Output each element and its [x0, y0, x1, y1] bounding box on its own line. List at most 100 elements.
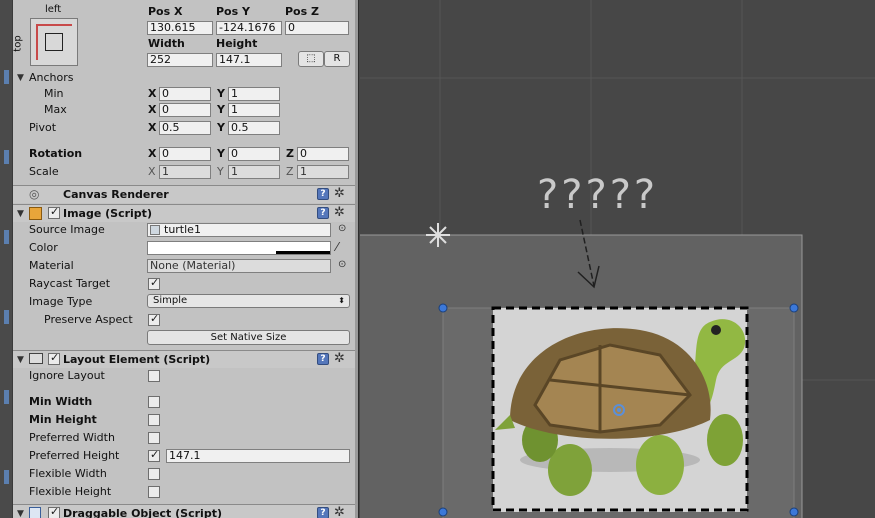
image-script-title: Image (Script): [63, 207, 152, 220]
axis-z-label: Z: [286, 165, 294, 178]
gear-icon[interactable]: ✲: [334, 352, 345, 365]
dropdown-arrows-icon: ⬍: [338, 296, 345, 305]
draggable-enabled-checkbox[interactable]: [48, 505, 60, 518]
anchor-min-y-field[interactable]: 1: [228, 87, 280, 101]
draggable-object-title: Draggable Object (Script): [63, 507, 222, 518]
preferred-height-label: Preferred Height: [29, 449, 120, 462]
image-foldout-icon[interactable]: ▼: [17, 209, 24, 219]
width-field[interactable]: 252: [147, 53, 213, 67]
axis-y-label: Y: [217, 87, 225, 100]
anchor-rect-icon: [45, 33, 63, 51]
material-label: Material: [29, 259, 74, 272]
rotation-z-field[interactable]: 0: [297, 147, 349, 161]
flexible-width-label: Flexible Width: [29, 467, 107, 480]
annotation-question-marks: ?????: [537, 172, 659, 218]
axis-y-label: Y: [217, 165, 224, 178]
help-icon[interactable]: ?: [317, 207, 329, 219]
scale-z-field[interactable]: 1: [297, 165, 349, 179]
anchor-min-label: Min: [44, 87, 64, 100]
min-height-checkbox[interactable]: [148, 414, 160, 426]
anchors-label: Anchors: [29, 71, 74, 84]
raw-edit-button[interactable]: R: [324, 51, 350, 67]
draggable-object-header[interactable]: ▼ Draggable Object (Script) ? ✲: [13, 504, 355, 518]
layout-component-icon: [29, 353, 43, 364]
strip-marker: [4, 390, 9, 404]
scene-view[interactable]: ?????: [360, 0, 875, 518]
preferred-height-checkbox[interactable]: [148, 448, 160, 462]
axis-x-label: X: [148, 165, 156, 178]
rotation-y-field[interactable]: 0: [228, 147, 280, 161]
pivot-label: Pivot: [29, 121, 57, 134]
source-image-field[interactable]: turtle1: [147, 223, 331, 237]
image-type-dropdown[interactable]: Simple ⬍: [147, 294, 350, 308]
axis-y-label: Y: [217, 147, 225, 160]
image-script-header[interactable]: ▼ Image (Script) ? ✲: [13, 204, 355, 222]
color-swatch[interactable]: [147, 241, 331, 255]
blueprint-mode-button[interactable]: ⬚: [298, 51, 324, 67]
pos-z-field[interactable]: 0: [285, 21, 349, 35]
material-field[interactable]: None (Material): [147, 259, 331, 273]
strip-marker: [4, 150, 9, 164]
flexible-height-checkbox[interactable]: [148, 486, 160, 498]
anchor-max-x-field[interactable]: 0: [159, 103, 211, 117]
color-label: Color: [29, 241, 58, 254]
eyedropper-icon[interactable]: ⁄: [336, 240, 338, 254]
flexible-width-checkbox[interactable]: [148, 468, 160, 480]
pivot-y-field[interactable]: 0.5: [228, 121, 280, 135]
anchor-min-x-field[interactable]: 0: [159, 87, 211, 101]
preferred-width-checkbox[interactable]: [148, 432, 160, 444]
scale-x-field[interactable]: 1: [159, 165, 211, 179]
layout-element-header[interactable]: ▼ Layout Element (Script) ? ✲: [13, 350, 355, 368]
ignore-layout-checkbox[interactable]: [148, 370, 160, 382]
image-enabled-checkbox[interactable]: [48, 205, 60, 219]
gear-icon[interactable]: ✲: [334, 506, 345, 518]
source-image-value: turtle1: [164, 223, 201, 236]
pos-x-field[interactable]: 130.615: [147, 21, 213, 35]
canvas-renderer-title: Canvas Renderer: [63, 188, 169, 201]
blueprint-icon: ⬚: [306, 53, 316, 64]
min-width-label: Min Width: [29, 395, 93, 408]
min-width-checkbox[interactable]: [148, 396, 160, 408]
axis-x-label: X: [148, 103, 157, 116]
scale-label: Scale: [29, 165, 59, 178]
help-icon[interactable]: ?: [317, 188, 329, 200]
help-icon[interactable]: ?: [317, 507, 329, 518]
raycast-target-checkbox[interactable]: [148, 276, 160, 290]
draggable-foldout-icon[interactable]: ▼: [17, 509, 24, 518]
preferred-height-field[interactable]: 147.1: [166, 449, 350, 463]
object-picker-icon[interactable]: ⊙: [338, 259, 346, 270]
pos-y-field[interactable]: -124.1676: [216, 21, 282, 35]
layout-foldout-icon[interactable]: ▼: [17, 355, 24, 365]
rotation-x-field[interactable]: 0: [159, 147, 211, 161]
anchor-preset-button[interactable]: [30, 18, 78, 66]
source-image-label: Source Image: [29, 223, 105, 236]
pos-x-header: Pos X: [148, 5, 183, 18]
preserve-aspect-checkbox[interactable]: [148, 312, 160, 326]
help-icon[interactable]: ?: [317, 353, 329, 365]
anchor-max-y-field[interactable]: 1: [228, 103, 280, 117]
anchors-foldout-icon[interactable]: ▼: [17, 73, 24, 83]
left-panel-strip: [0, 0, 13, 518]
inspector-divider[interactable]: [355, 0, 359, 518]
strip-marker: [4, 70, 9, 84]
width-header: Width: [148, 37, 185, 50]
axis-y-label: Y: [217, 103, 225, 116]
anchor-preset-side-label: left: [45, 4, 62, 15]
image-type-label: Image Type: [29, 295, 93, 308]
height-field[interactable]: 147.1: [216, 53, 282, 67]
gear-icon[interactable]: ✲: [334, 206, 345, 219]
inspector-panel: left top Pos X Pos Y Pos Z 130.615 -124.…: [13, 0, 355, 518]
anchor-max-label: Max: [44, 103, 67, 116]
handle-top-left: [438, 303, 448, 313]
preferred-width-label: Preferred Width: [29, 431, 115, 444]
layout-enabled-checkbox[interactable]: [48, 351, 60, 365]
object-picker-icon[interactable]: ⊙: [338, 223, 346, 234]
canvas-renderer-header[interactable]: ◎ Canvas Renderer ? ✲: [13, 185, 355, 203]
flexible-height-label: Flexible Height: [29, 485, 112, 498]
scale-y-field[interactable]: 1: [228, 165, 280, 179]
anchor-preset-vertical-label: top: [13, 35, 24, 52]
set-native-size-button[interactable]: Set Native Size: [147, 330, 350, 345]
pivot-x-field[interactable]: 0.5: [159, 121, 211, 135]
gear-icon[interactable]: ✲: [334, 187, 345, 200]
min-height-label: Min Height: [29, 413, 97, 426]
